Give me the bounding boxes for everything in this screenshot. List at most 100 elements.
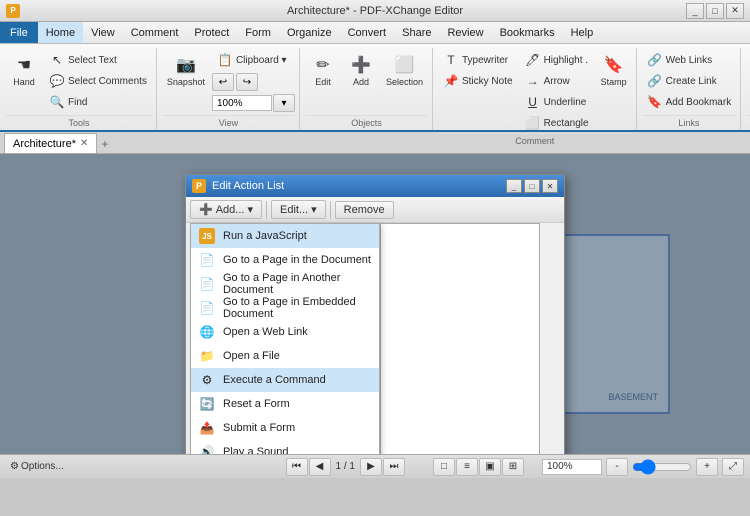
action-goto-another-doc[interactable]: 📄 Go to a Page in Another Document (191, 272, 379, 296)
zoom-in-button[interactable]: + (696, 458, 718, 476)
action-goto-page[interactable]: 📄 Go to a Page in the Document (191, 248, 379, 272)
links-group-label: Links (642, 115, 737, 130)
menu-convert[interactable]: Convert (340, 22, 395, 43)
menu-share[interactable]: Share (394, 22, 439, 43)
remove-action-button[interactable]: Remove (335, 201, 394, 219)
hand-tool-button[interactable]: ☚ Hand (6, 50, 42, 90)
highlight-button[interactable]: 🖊 Highlight . (520, 50, 594, 70)
menu-bookmarks[interactable]: Bookmarks (492, 22, 563, 43)
dialog-close-button[interactable]: ✕ (542, 179, 558, 193)
edit-action-list-dialog: P Edit Action List _ □ ✕ ➕ Add... ▾ Edit… (185, 174, 565, 454)
find-button[interactable]: 🔍 Find (44, 92, 152, 112)
zoom-dropdown[interactable]: ▾ (273, 94, 295, 112)
snapshot-icon: 📷 (174, 53, 198, 77)
dialog-overlay: P Edit Action List _ □ ✕ ➕ Add... ▾ Edit… (0, 154, 750, 454)
menu-form[interactable]: Form (237, 22, 279, 43)
action-run-javascript-label: Run a JavaScript (223, 230, 307, 242)
menu-protect[interactable]: Protect (186, 22, 237, 43)
continuous-view-button[interactable]: ≡ (456, 458, 478, 476)
select-comments-button[interactable]: 💬 Select Comments (44, 71, 152, 91)
action-open-web-link[interactable]: 🌐 Open a Web Link (191, 320, 379, 344)
ribbon-group-view: 📷 Snapshot 📋 Clipboard ▾ ↩ ↪ 100% ▾ View (158, 48, 300, 130)
add-label: Add (353, 77, 369, 87)
fit-window-button[interactable]: ⤢ (722, 458, 744, 476)
menu-comment[interactable]: Comment (123, 22, 187, 43)
rectangle-icon: ⬜ (525, 115, 541, 131)
add-bookmark-button[interactable]: 🔖 Add Bookmark (642, 92, 737, 112)
edit-action-arrow: ▾ (311, 203, 317, 216)
minimize-button[interactable]: _ (686, 3, 704, 19)
rectangle-button[interactable]: ⬜ Rectangle (520, 113, 594, 133)
action-play-sound[interactable]: 🔊 Play a Sound (191, 440, 379, 454)
redo-button[interactable]: ↪ (236, 73, 258, 91)
close-button[interactable]: ✕ (726, 3, 744, 19)
prev-page-button[interactable]: ◀ (309, 458, 331, 476)
first-page-button[interactable]: ⏮ (286, 458, 308, 476)
action-goto-embedded[interactable]: 📄 Go to a Page in Embedded Document (191, 296, 379, 320)
menu-file[interactable]: File (0, 22, 38, 43)
select-text-button[interactable]: ↖ Select Text (44, 50, 152, 70)
add-action-button[interactable]: ➕ Add... ▾ (190, 200, 262, 219)
underline-button[interactable]: U Underline (520, 92, 594, 112)
open-web-link-icon: 🌐 (199, 324, 215, 340)
zoom-input[interactable]: 100% (212, 95, 272, 111)
edit-action-button[interactable]: Edit... ▾ (271, 200, 326, 219)
action-submit-form[interactable]: 📤 Submit a Form (191, 416, 379, 440)
action-run-javascript[interactable]: JS Run a JavaScript (191, 224, 379, 248)
typewriter-button[interactable]: T Typewriter (438, 50, 518, 70)
dialog-restore-button[interactable]: □ (524, 179, 540, 193)
menu-review[interactable]: Review (439, 22, 491, 43)
add-icon: ➕ (349, 53, 373, 77)
arrow-button[interactable]: → Arrow (520, 71, 594, 91)
goto-embedded-icon: 📄 (199, 300, 215, 316)
next-page-button[interactable]: ▶ (360, 458, 382, 476)
zoom-level[interactable]: 100% (542, 459, 602, 475)
undo-button[interactable]: ↩ (212, 73, 234, 91)
selection-button[interactable]: ⬜ Selection (381, 50, 428, 90)
sticky-note-button[interactable]: 📌 Sticky Note (438, 71, 518, 91)
add-button[interactable]: ➕ Add (343, 50, 379, 90)
sticky-note-label: Sticky Note (462, 76, 513, 87)
action-reset-form[interactable]: 🔄 Reset a Form (191, 392, 379, 416)
tools-buttons: ☚ Hand ↖ Select Text 💬 Select Comments 🔍… (6, 48, 152, 115)
view-group-label: View (162, 115, 295, 130)
tab-close-button[interactable]: ✕ (80, 138, 88, 149)
edit-action-label: Edit... (280, 204, 308, 216)
underline-label: Underline (544, 97, 587, 108)
menu-home[interactable]: Home (38, 22, 83, 43)
sticky-note-icon: 📌 (443, 73, 459, 89)
zoom-out-button[interactable]: - (606, 458, 628, 476)
menu-view[interactable]: View (83, 22, 123, 43)
goto-page-icon: 📄 (199, 252, 215, 268)
last-page-button[interactable]: ⏭ (383, 458, 405, 476)
clipboard-button[interactable]: 📋 Clipboard ▾ (212, 50, 295, 70)
edit-button[interactable]: ✏ Edit (305, 50, 341, 90)
dialog-title-controls: _ □ ✕ (506, 179, 558, 193)
menu-organize[interactable]: Organize (279, 22, 340, 43)
open-file-icon: 📁 (199, 348, 215, 364)
zoom-slider[interactable] (632, 460, 692, 474)
options-button[interactable]: ⚙ Options... (6, 461, 68, 472)
create-link-button[interactable]: 🔗 Create Link (642, 71, 737, 91)
action-execute-command[interactable]: ⚙ Execute a Command (191, 368, 379, 392)
action-goto-embedded-label: Go to a Page in Embedded Document (223, 296, 371, 320)
title-bar-text: Architecture* - PDF-XChange Editor (287, 5, 463, 17)
action-execute-command-label: Execute a Command (223, 374, 326, 386)
snapshot-button[interactable]: 📷 Snapshot (162, 50, 210, 90)
select-comments-label: Select Comments (68, 76, 147, 87)
sign-document-button[interactable]: ✍ Sign Document (746, 50, 750, 90)
single-page-view-button[interactable]: □ (433, 458, 455, 476)
two-page-view-button[interactable]: ▣ (479, 458, 501, 476)
new-tab-button[interactable]: + (97, 135, 112, 153)
ribbon-group-comment: T Typewriter 📌 Sticky Note 🖊 Highlight .… (434, 48, 637, 130)
hand-icon: ☚ (12, 53, 36, 77)
action-open-file[interactable]: 📁 Open a File (191, 344, 379, 368)
web-links-button[interactable]: 🔗 Web Links (642, 50, 737, 70)
stamp-button[interactable]: 🔖 Stamp (596, 50, 632, 90)
menu-help[interactable]: Help (563, 22, 602, 43)
maximize-button[interactable]: □ (706, 3, 724, 19)
dialog-toolbar: ➕ Add... ▾ Edit... ▾ Remove (186, 197, 564, 223)
two-page-continuous-button[interactable]: ⊞ (502, 458, 524, 476)
dialog-minimize-button[interactable]: _ (506, 179, 522, 193)
doc-tab-architecture[interactable]: Architecture* ✕ (4, 133, 97, 153)
